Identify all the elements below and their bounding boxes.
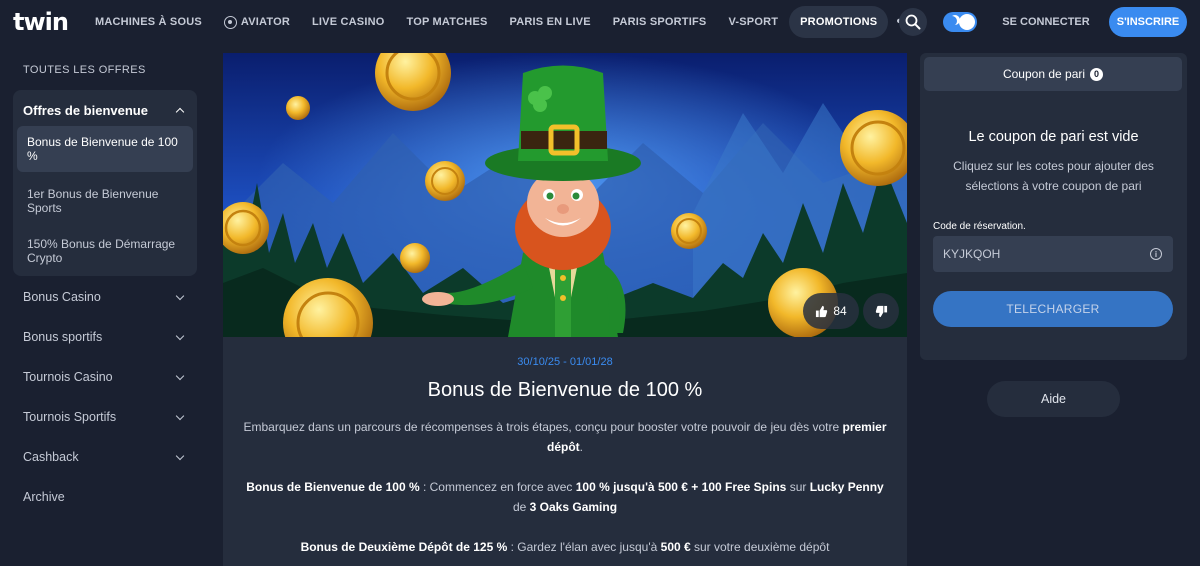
welcome-offers-group: Offres de bienvenue Bonus de Bienvenue d…: [13, 90, 197, 276]
nav-item-paris-en-live[interactable]: PARIS EN LIVE: [499, 6, 602, 38]
promo-title: Bonus de Bienvenue de 100 %: [427, 379, 703, 401]
step2-title: Bonus de Deuxième Dépôt de 125 %: [300, 540, 508, 554]
step2-text-2: sur votre deuxième dépôt: [690, 540, 830, 554]
like-count: 84: [833, 304, 847, 318]
chevron-down-icon: [175, 411, 185, 420]
dislike-button[interactable]: [863, 293, 899, 329]
thumbs-up-icon: [816, 305, 828, 317]
nav-item-aviator-label: AVIATOR: [240, 16, 290, 28]
sidebar-item-tournois-sportifs[interactable]: Tournois Sportifs: [13, 403, 197, 431]
promo-intro-end: .: [579, 440, 583, 454]
step1-text: : Commencez en force avec: [419, 480, 576, 494]
sidebar-item-label: Tournois Casino: [23, 370, 113, 384]
moon-icon: [947, 16, 957, 26]
thumbs-down-icon: [875, 305, 887, 317]
chevron-down-icon: [175, 331, 185, 340]
download-button[interactable]: TELECHARGER: [933, 291, 1173, 327]
signup-button[interactable]: S'INSCRIRE: [1109, 7, 1187, 37]
booking-code-label: Code de réservation.: [933, 221, 1026, 232]
step1-text-3: de: [512, 500, 530, 514]
info-icon[interactable]: i: [1150, 248, 1162, 260]
leprechaun-illustration: [223, 53, 907, 337]
tab-bet-slip[interactable]: Coupon de pari 0: [924, 57, 1182, 91]
booking-code-input[interactable]: [933, 236, 1173, 272]
like-button[interactable]: 84: [803, 293, 859, 329]
promo-step-1: Bonus de Bienvenue de 100 % : Commencez …: [239, 477, 891, 517]
promo-detail: 84 30/10/25 - 01/01/28 Bonus de Bienvenu…: [223, 53, 907, 566]
sidebar-item-archive[interactable]: Archive: [13, 483, 197, 511]
sidebar-item-bonus-bienvenue-100[interactable]: Bonus de Bienvenue de 100 %: [17, 126, 193, 172]
sidebar-item-bonus-crypto[interactable]: 150% Bonus de Démarrage Crypto: [17, 228, 193, 274]
toggle-knob: [959, 14, 975, 30]
offers-sidebar: TOUTES LES OFFRES Offres de bienvenue Bo…: [0, 44, 210, 566]
sidebar-item-label: Archive: [23, 490, 65, 504]
welcome-offers-label: Offres de bienvenue: [23, 102, 148, 118]
nav-item-machines-a-sous[interactable]: MACHINES À SOUS: [84, 6, 213, 38]
promo-intro-text: Embarquez dans un parcours de récompense…: [243, 420, 843, 434]
step1-provider: 3 Oaks Gaming: [529, 500, 618, 514]
chevron-down-icon: [175, 291, 185, 300]
search-button[interactable]: [899, 8, 927, 36]
sidebar-item-bonus-sportifs[interactable]: Bonus sportifs: [13, 323, 197, 351]
main-nav: MACHINES À SOUS AVIATOR LIVE CASINO TOP …: [84, 6, 916, 38]
empty-slip-title: Le coupon de pari est vide: [968, 129, 1139, 145]
step1-title: Bonus de Bienvenue de 100 %: [246, 480, 420, 494]
nav-item-promotions[interactable]: PROMOTIONS: [789, 6, 889, 38]
sidebar-item-bonus-casino[interactable]: Bonus Casino: [13, 283, 197, 311]
sidebar-item-label: Bonus Casino: [23, 290, 101, 304]
step2-amount: 500 €: [660, 540, 691, 554]
nav-item-v-sport[interactable]: V-SPORT: [717, 6, 789, 38]
empty-slip-description: Cliquez sur les cotes pour ajouter des s…: [953, 159, 1154, 193]
twin-logo[interactable]: twin: [13, 10, 69, 34]
sidebar-item-tournois-casino[interactable]: Tournois Casino: [13, 363, 197, 391]
gold-coin: [286, 96, 310, 120]
bet-slip-panel: Coupon de pari 0 Le coupon de pari est v…: [920, 53, 1187, 360]
step1-text-2: sur: [786, 480, 810, 494]
sidebar-item-bonus-bienvenue-sports[interactable]: 1er Bonus de Bienvenue Sports: [17, 178, 193, 224]
step2-text: : Gardez l'élan avec jusqu'à: [507, 540, 661, 554]
promo-banner-image: 84: [223, 53, 907, 337]
sidebar-title: TOUTES LES OFFRES: [23, 64, 146, 76]
sidebar-item-label: Bonus sportifs: [23, 330, 103, 344]
search-icon: [905, 14, 921, 30]
chevron-down-icon: [175, 451, 185, 460]
bet-slip-tab-label: Coupon de pari: [1002, 67, 1086, 81]
theme-toggle[interactable]: [943, 12, 977, 32]
help-button[interactable]: Aide: [987, 381, 1120, 417]
gold-coin: [400, 243, 430, 273]
sidebar-item-label: Tournois Sportifs: [23, 410, 117, 424]
gold-coin: [671, 213, 707, 249]
nav-item-top-matches[interactable]: TOP MATCHES: [395, 6, 498, 38]
promo-step-2: Bonus de Deuxième Dépôt de 125 % : Garde…: [239, 537, 891, 557]
top-navigation-bar: twin MACHINES À SOUS AVIATOR LIVE CASINO…: [0, 0, 1200, 44]
aviator-icon: [223, 15, 237, 29]
step1-amount: 100 % jusqu'à 500 € + 100 Free Spins: [575, 480, 787, 494]
login-button[interactable]: SE CONNECTER: [1000, 8, 1092, 36]
nav-item-aviator[interactable]: AVIATOR: [213, 6, 301, 38]
nav-item-paris-sportifs[interactable]: PARIS SPORTIFS: [602, 6, 718, 38]
nav-item-live-casino[interactable]: LIVE CASINO: [301, 6, 396, 38]
sidebar-item-label: Cashback: [23, 450, 79, 464]
sidebar-item-cashback[interactable]: Cashback: [13, 443, 197, 471]
step1-game: Lucky Penny: [809, 480, 884, 494]
bet-slip-count-badge: 0: [1090, 67, 1104, 81]
chevron-down-icon: [175, 371, 185, 380]
welcome-offers-header[interactable]: Offres de bienvenue: [23, 100, 187, 120]
gold-coin: [425, 161, 465, 201]
promo-dates: 30/10/25 - 01/01/28: [517, 356, 613, 368]
chevron-up-icon: [175, 107, 185, 116]
promo-intro: Embarquez dans un parcours de récompense…: [239, 417, 891, 457]
